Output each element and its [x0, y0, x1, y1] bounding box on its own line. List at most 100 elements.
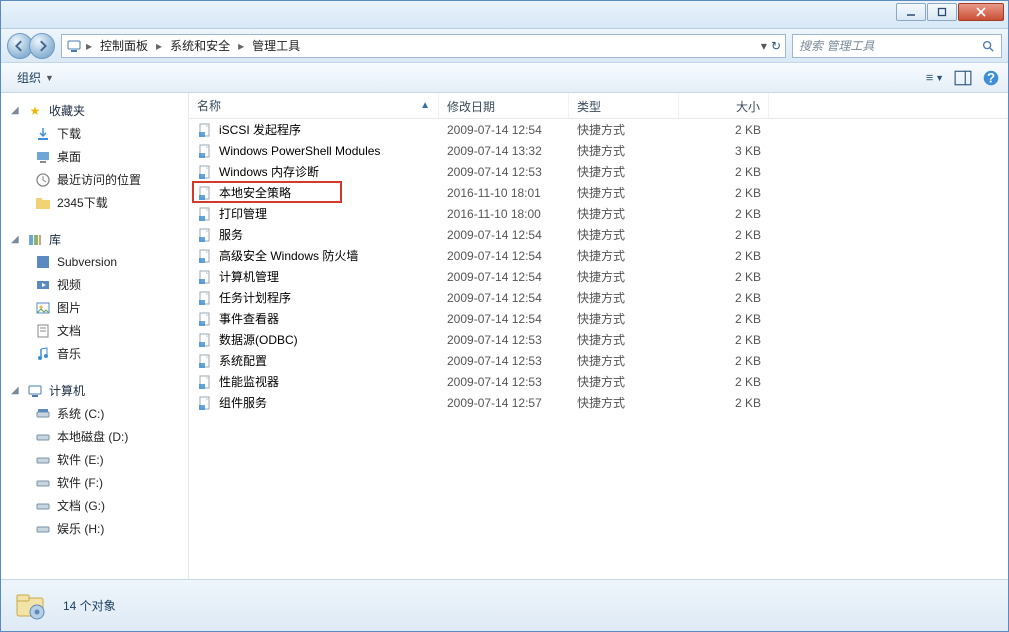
sidebar-item-label: 图片	[57, 299, 81, 316]
file-type: 快捷方式	[569, 182, 679, 203]
forward-button[interactable]	[29, 33, 55, 59]
file-name: Windows 内存诊断	[219, 163, 319, 180]
collapse-icon: ◢	[11, 234, 21, 245]
file-type: 快捷方式	[569, 287, 679, 308]
column-size[interactable]: 大小	[679, 93, 769, 118]
chevron-right-icon: ▸	[236, 39, 246, 53]
file-type: 快捷方式	[569, 245, 679, 266]
breadcrumb-item[interactable]: 管理工具	[248, 35, 304, 56]
sidebar-item[interactable]: 桌面	[1, 145, 188, 168]
shortcut-icon	[197, 269, 213, 285]
breadcrumb-item[interactable]: 系统和安全	[166, 35, 234, 56]
file-row[interactable]: 计算机管理2009-07-14 12:54快捷方式2 KB	[189, 266, 1008, 287]
computer-header[interactable]: ◢计算机	[1, 379, 188, 402]
sidebar-item-label: 软件 (F:)	[57, 474, 103, 491]
file-row[interactable]: 组件服务2009-07-14 12:57快捷方式2 KB	[189, 392, 1008, 413]
sidebar-item[interactable]: 视频	[1, 273, 188, 296]
sidebar-item-label: 下载	[57, 125, 81, 142]
sidebar-item[interactable]: 音乐	[1, 342, 188, 365]
dropdown-icon[interactable]: ▾	[761, 39, 767, 53]
libraries-icon	[27, 232, 43, 248]
sidebar-item[interactable]: 下载	[1, 122, 188, 145]
sidebar-item-label: 软件 (E:)	[57, 451, 104, 468]
drive-icon	[35, 429, 51, 445]
download-icon	[35, 126, 51, 142]
navigation-pane: ◢★收藏夹 下载桌面最近访问的位置2345下载 ◢库 Subversion视频图…	[1, 93, 189, 579]
file-row[interactable]: Windows PowerShell Modules2009-07-14 13:…	[189, 140, 1008, 161]
file-row[interactable]: 服务2009-07-14 12:54快捷方式2 KB	[189, 224, 1008, 245]
help-button[interactable]: ?	[982, 69, 1000, 87]
sidebar-item[interactable]: 文档 (G:)	[1, 494, 188, 517]
sidebar-item-label: 2345下载	[57, 194, 108, 211]
address-field[interactable]: ▸ 控制面板 ▸ 系统和安全 ▸ 管理工具 ▾ ↻	[61, 34, 786, 58]
sidebar-item[interactable]: 系统 (C:)	[1, 402, 188, 425]
file-size: 2 KB	[679, 394, 769, 412]
shortcut-icon	[197, 353, 213, 369]
column-type[interactable]: 类型	[569, 93, 679, 118]
minimize-button[interactable]	[896, 3, 926, 21]
recent-icon	[35, 172, 51, 188]
drive-icon	[35, 521, 51, 537]
file-type: 快捷方式	[569, 140, 679, 161]
sidebar-item[interactable]: 最近访问的位置	[1, 168, 188, 191]
file-name: 系统配置	[219, 352, 267, 369]
sidebar-item[interactable]: 娱乐 (H:)	[1, 517, 188, 540]
file-type: 快捷方式	[569, 266, 679, 287]
preview-pane-button[interactable]	[954, 69, 972, 87]
file-row[interactable]: 打印管理2016-11-10 18:00快捷方式2 KB	[189, 203, 1008, 224]
shortcut-icon	[197, 185, 213, 201]
file-row[interactable]: Windows 内存诊断2009-07-14 12:53快捷方式2 KB	[189, 161, 1008, 182]
file-row[interactable]: 性能监视器2009-07-14 12:53快捷方式2 KB	[189, 371, 1008, 392]
organize-menu[interactable]: 组织 ▼	[9, 66, 62, 89]
picture-icon	[35, 300, 51, 316]
svg-text:?: ?	[987, 70, 995, 85]
chevron-down-icon: ▼	[45, 73, 54, 83]
chevron-right-icon: ▸	[154, 39, 164, 53]
star-icon: ★	[27, 103, 43, 119]
file-size: 2 KB	[679, 163, 769, 181]
folder-icon	[35, 195, 51, 211]
sidebar-item[interactable]: 本地磁盘 (D:)	[1, 425, 188, 448]
search-input[interactable]: 搜索 管理工具	[792, 34, 1002, 58]
file-name: 性能监视器	[219, 373, 279, 390]
file-row[interactable]: 高级安全 Windows 防火墙2009-07-14 12:54快捷方式2 KB	[189, 245, 1008, 266]
chevron-right-icon: ▸	[84, 39, 94, 53]
file-type: 快捷方式	[569, 224, 679, 245]
refresh-icon[interactable]: ↻	[771, 39, 781, 53]
folder-gear-icon	[11, 586, 51, 626]
file-rows: iSCSI 发起程序2009-07-14 12:54快捷方式2 KBWindow…	[189, 119, 1008, 413]
file-row[interactable]: iSCSI 发起程序2009-07-14 12:54快捷方式2 KB	[189, 119, 1008, 140]
view-mode-button[interactable]: ▼	[926, 69, 944, 87]
svn-icon	[35, 254, 51, 270]
sidebar-item[interactable]: 文档	[1, 319, 188, 342]
shortcut-icon	[197, 290, 213, 306]
file-row[interactable]: 系统配置2009-07-14 12:53快捷方式2 KB	[189, 350, 1008, 371]
maximize-button[interactable]	[927, 3, 957, 21]
search-placeholder: 搜索 管理工具	[799, 37, 981, 54]
column-date[interactable]: 修改日期	[439, 93, 569, 118]
file-name: 数据源(ODBC)	[219, 331, 298, 348]
file-size: 2 KB	[679, 289, 769, 307]
file-name: 组件服务	[219, 394, 267, 411]
file-row[interactable]: 任务计划程序2009-07-14 12:54快捷方式2 KB	[189, 287, 1008, 308]
breadcrumb-item[interactable]: 控制面板	[96, 35, 152, 56]
close-button[interactable]	[958, 3, 1004, 21]
sidebar-item[interactable]: 图片	[1, 296, 188, 319]
file-row[interactable]: 本地安全策略2016-11-10 18:01快捷方式2 KB	[189, 182, 1008, 203]
file-row[interactable]: 数据源(ODBC)2009-07-14 12:53快捷方式2 KB	[189, 329, 1008, 350]
sidebar-item[interactable]: 软件 (E:)	[1, 448, 188, 471]
sidebar-item[interactable]: Subversion	[1, 251, 188, 273]
column-name[interactable]: 名称▲	[189, 93, 439, 118]
sidebar-item[interactable]: 2345下载	[1, 191, 188, 214]
collapse-icon: ◢	[11, 105, 21, 116]
file-size: 2 KB	[679, 331, 769, 349]
file-row[interactable]: 事件查看器2009-07-14 12:54快捷方式2 KB	[189, 308, 1008, 329]
favorites-header[interactable]: ◢★收藏夹	[1, 99, 188, 122]
sidebar-item-label: 桌面	[57, 148, 81, 165]
file-date: 2009-07-14 12:54	[439, 268, 569, 286]
sidebar-item[interactable]: 软件 (F:)	[1, 471, 188, 494]
shortcut-icon	[197, 248, 213, 264]
libraries-header[interactable]: ◢库	[1, 228, 188, 251]
file-date: 2009-07-14 13:32	[439, 142, 569, 160]
file-size: 2 KB	[679, 268, 769, 286]
